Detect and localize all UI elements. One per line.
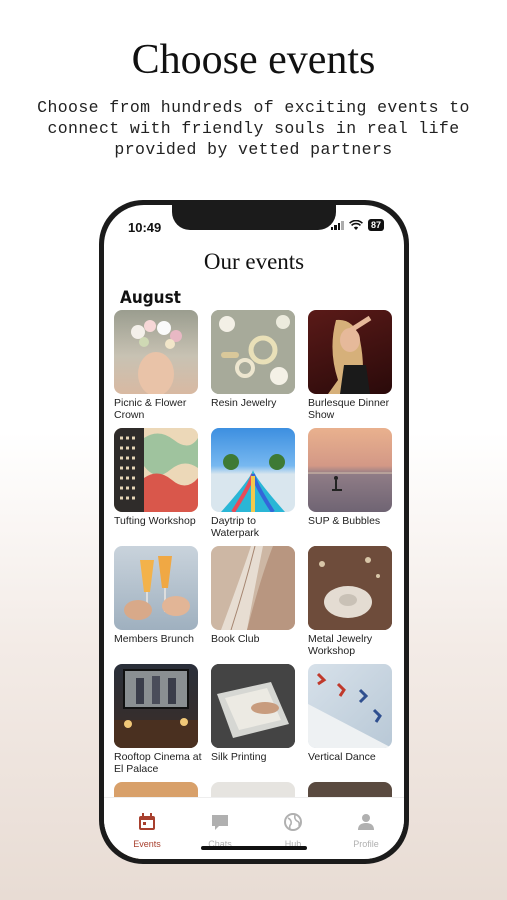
event-image xyxy=(308,310,392,394)
event-title: Metal Jewelry Workshop xyxy=(308,633,373,657)
event-title: Silk Printing xyxy=(211,751,267,763)
event-title: Daytrip to Waterpark xyxy=(211,515,260,539)
event-image xyxy=(308,428,392,512)
event-image xyxy=(308,664,392,748)
event-image xyxy=(211,428,295,512)
promo-title: Choose events xyxy=(131,37,376,83)
page-title: Our events xyxy=(203,249,305,274)
event-card-rooftop-cinema[interactable]: Rooftop Cinema at El Palace xyxy=(114,664,202,775)
event-card-bookclub[interactable]: Book Club xyxy=(211,546,295,645)
event-card-silk-printing[interactable]: Silk Printing xyxy=(211,664,295,763)
event-title: Resin Jewelry xyxy=(211,397,277,409)
event-card-tufting[interactable]: Tufting Workshop xyxy=(114,428,198,527)
bottom-tab-bar: Events Chats Hub Profile xyxy=(104,797,404,859)
tab-label: Profile xyxy=(353,839,379,849)
calendar-icon xyxy=(139,813,155,830)
status-icons: 87 xyxy=(330,219,384,231)
event-title: Rooftop Cinema at El Palace xyxy=(114,751,202,775)
wifi-icon xyxy=(349,219,363,230)
tab-events[interactable]: Events xyxy=(122,812,172,849)
battery-icon: 87 xyxy=(367,219,384,231)
event-title: Vertical Dance xyxy=(308,751,376,763)
event-title: Burlesque Dinner Show xyxy=(308,397,390,421)
event-image xyxy=(211,546,295,630)
event-title: SUP & Bubbles xyxy=(308,515,381,527)
event-title: Picnic & Flower Crown xyxy=(114,397,187,421)
tab-profile[interactable]: Profile xyxy=(341,812,391,849)
month-heading: August xyxy=(120,288,182,308)
event-image xyxy=(211,664,295,748)
phone-screen: 10:49 87 Our events August Picnic & Flow… xyxy=(104,205,404,859)
event-card-metal-jewelry[interactable]: Metal Jewelry Workshop xyxy=(308,546,392,657)
tab-hub[interactable]: Hub xyxy=(268,812,318,849)
event-image xyxy=(114,310,198,394)
event-card-vertical-dance[interactable]: Vertical Dance xyxy=(308,664,392,763)
event-title: Book Club xyxy=(211,633,260,645)
event-card-picnic[interactable]: Picnic & Flower Crown xyxy=(114,310,198,421)
phone-frame: 10:49 87 Our events August Picnic & Flow… xyxy=(99,200,409,864)
event-image xyxy=(211,310,295,394)
event-image xyxy=(114,546,198,630)
event-card-burlesque[interactable]: Burlesque Dinner Show xyxy=(308,310,392,421)
tab-chats[interactable]: Chats xyxy=(195,812,245,849)
event-card-brunch[interactable]: Members Brunch xyxy=(114,546,198,645)
promo-subtitle: Choose from hundreds of exciting events … xyxy=(37,98,470,159)
status-time: 10:49 xyxy=(128,220,162,235)
chat-icon xyxy=(212,815,228,830)
event-card-waterpark[interactable]: Daytrip to Waterpark xyxy=(211,428,295,539)
event-image xyxy=(114,664,198,748)
globe-icon xyxy=(284,813,302,831)
tab-label: Events xyxy=(133,839,161,849)
event-card-sup[interactable]: SUP & Bubbles xyxy=(308,428,392,527)
signal-icon xyxy=(330,220,344,230)
phone-notch xyxy=(172,205,336,230)
home-indicator xyxy=(201,846,307,850)
person-icon xyxy=(358,814,374,830)
event-card-resin[interactable]: Resin Jewelry xyxy=(211,310,295,409)
event-image xyxy=(308,546,392,630)
event-image xyxy=(114,428,198,512)
event-title: Members Brunch xyxy=(114,633,194,645)
event-title: Tufting Workshop xyxy=(114,515,196,527)
